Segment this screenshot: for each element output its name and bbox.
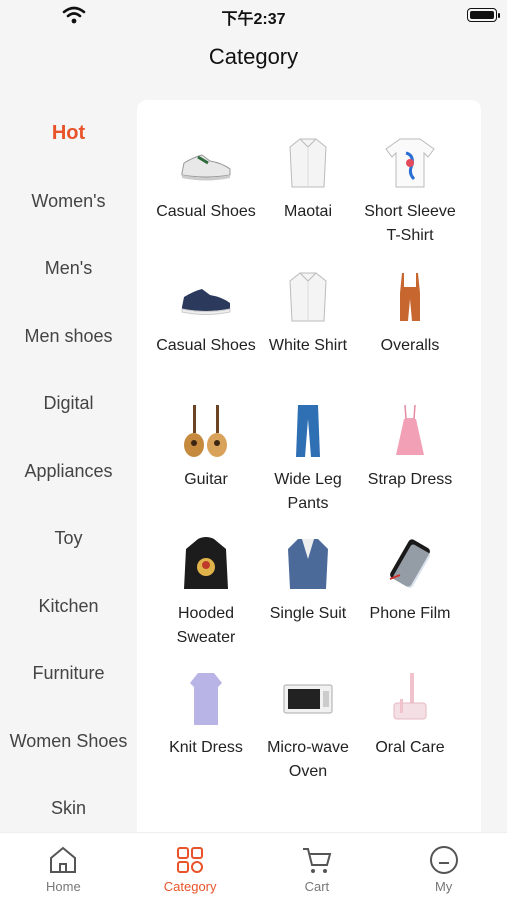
product-item[interactable]: Micro-wave Oven: [257, 668, 359, 802]
tab-label: Home: [46, 879, 81, 894]
microwave-icon: [278, 668, 338, 730]
pants-icon: [278, 400, 338, 462]
tab-cart[interactable]: Cart: [254, 833, 381, 900]
tab-label: Cart: [304, 879, 330, 894]
product-label: Short Sleeve T-Shirt: [364, 203, 456, 244]
product-item[interactable]: [257, 802, 359, 832]
product-item[interactable]: Oral Care: [359, 668, 461, 802]
dress-pink-icon: [380, 400, 440, 462]
category-sidebar: Hot Women's Men's Men shoes Digital Appl…: [0, 100, 137, 832]
product-label: Micro-wave Oven: [267, 739, 349, 780]
product-panel: Casual Shoes Maotai Short Sleeve T-Shirt…: [137, 100, 481, 832]
suit-icon: [278, 534, 338, 596]
white-shirt-icon: [278, 132, 338, 194]
product-item[interactable]: Maotai: [257, 132, 359, 266]
product-item[interactable]: Strap Dress: [359, 400, 461, 534]
product-label: Phone Film: [369, 605, 451, 622]
sidebar-item-skin[interactable]: Skin: [0, 775, 137, 832]
home-icon: [50, 846, 77, 873]
sidebar-item-furniture[interactable]: Furniture: [0, 640, 137, 708]
product-thumbnail: [380, 802, 440, 832]
status-time: 下午2:37: [221, 11, 286, 28]
product-item[interactable]: Wide Leg Pants: [257, 400, 359, 534]
toothbrush-icon: [380, 668, 440, 730]
product-label: Casual Shoes: [156, 203, 256, 220]
product-thumbnail: [278, 802, 338, 832]
product-label: Maotai: [283, 203, 333, 220]
sidebar-item-womens[interactable]: Women's: [0, 168, 137, 236]
tab-label: Category: [163, 879, 217, 894]
white-shirt-icon: [278, 266, 338, 328]
product-item[interactable]: Single Suit: [257, 534, 359, 668]
category-icon: [177, 847, 204, 873]
tshirt-icon: [380, 132, 440, 194]
product-item[interactable]: Casual Shoes: [155, 132, 257, 266]
sidebar-item-kitchen[interactable]: Kitchen: [0, 573, 137, 641]
sidebar-item-toy[interactable]: Toy: [0, 505, 137, 573]
phone-film-icon: [380, 534, 440, 596]
product-item[interactable]: Hooded Sweater: [155, 534, 257, 668]
product-label: Oral Care: [375, 739, 445, 756]
sidebar-item-women-shoes[interactable]: Women Shoes: [0, 708, 137, 776]
product-item[interactable]: [359, 802, 461, 832]
product-item[interactable]: Short Sleeve T-Shirt: [359, 132, 461, 266]
product-item[interactable]: [155, 802, 257, 832]
product-label: Single Suit: [269, 605, 347, 622]
profile-icon: [429, 846, 458, 874]
sidebar-item-men-shoes[interactable]: Men shoes: [0, 303, 137, 371]
tab-home[interactable]: Home: [0, 833, 127, 900]
page-title: Category: [208, 44, 299, 69]
sidebar-item-appliances[interactable]: Appliances: [0, 438, 137, 506]
product-label: Casual Shoes: [156, 337, 256, 354]
status-bar: 下午2:37: [0, 0, 507, 30]
sidebar-item-digital[interactable]: Digital: [0, 370, 137, 438]
product-label: Strap Dress: [367, 471, 453, 488]
product-label: White Shirt: [268, 337, 348, 354]
product-thumbnail: [176, 802, 236, 832]
sidebar-item-mens[interactable]: Men's: [0, 235, 137, 303]
product-item[interactable]: Phone Film: [359, 534, 461, 668]
product-label: Overalls: [380, 337, 440, 354]
product-item[interactable]: Casual Shoes: [155, 266, 257, 400]
product-label: Hooded Sweater: [176, 605, 236, 646]
product-item[interactable]: White Shirt: [257, 266, 359, 400]
sidebar-item-hot[interactable]: Hot: [0, 100, 137, 168]
product-label: Knit Dress: [169, 739, 243, 756]
sneaker-white-icon: [176, 132, 236, 194]
overalls-icon: [380, 266, 440, 328]
product-label: Guitar: [184, 471, 228, 488]
product-item[interactable]: Overalls: [359, 266, 461, 400]
guitar-icon: [176, 400, 236, 462]
bottom-tab-bar: Home Category Cart My: [0, 832, 507, 900]
sneaker-blue-icon: [176, 266, 236, 328]
product-label: Wide Leg Pants: [274, 471, 342, 512]
hoodie-icon: [176, 534, 236, 596]
product-item[interactable]: Knit Dress: [155, 668, 257, 802]
knit-dress-icon: [176, 668, 236, 730]
product-item[interactable]: Guitar: [155, 400, 257, 534]
tab-category[interactable]: Category: [127, 833, 254, 900]
tab-my[interactable]: My: [380, 833, 507, 900]
tab-label: My: [434, 879, 453, 894]
battery-icon: [467, 8, 500, 22]
product-grid: Casual Shoes Maotai Short Sleeve T-Shirt…: [155, 132, 461, 832]
cart-icon: [302, 848, 332, 873]
